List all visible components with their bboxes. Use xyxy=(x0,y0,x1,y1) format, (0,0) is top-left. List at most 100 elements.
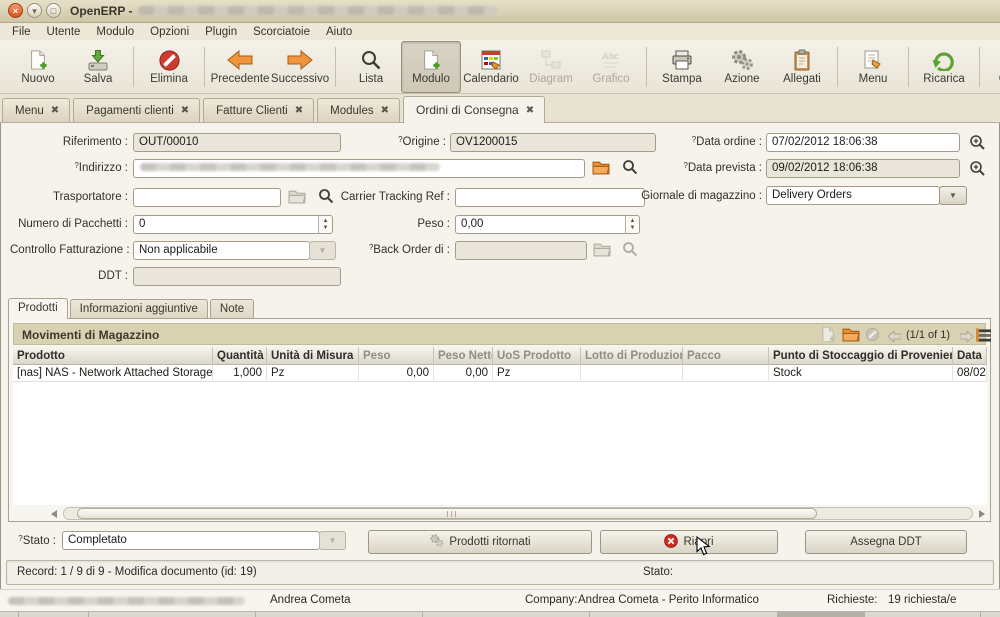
toolbar-separator xyxy=(837,47,838,87)
menu-bar: File Utente Modulo Opzioni Plugin Scorci… xyxy=(0,23,1000,40)
back-order-label: ?Back Order di : xyxy=(325,244,450,256)
data-prevista-label: ?Data prevista : xyxy=(618,162,762,174)
date-picker-icon[interactable] xyxy=(969,134,986,156)
arrow-left-icon xyxy=(227,48,253,72)
column-header[interactable]: Prodotto xyxy=(13,347,213,365)
window-title: OpenERP - xyxy=(70,4,132,18)
toolbar-successivo-button[interactable]: Successivo xyxy=(270,41,330,93)
assegna-ddt-button[interactable]: Assegna DDT xyxy=(805,530,967,554)
column-header[interactable]: Data xyxy=(953,347,987,365)
toolbar-elimina-button[interactable]: Elimina xyxy=(139,41,199,93)
toolbar-nuovo-button[interactable]: Nuovo xyxy=(8,41,68,93)
toolbar-calendario-button[interactable]: Calendario xyxy=(461,41,521,93)
title-bar: × ▾ □ OpenERP - xyxy=(0,0,1000,23)
tab-fatture-clienti[interactable]: Fatture Clienti ✖ xyxy=(203,98,314,122)
notebook-tab-prodotti[interactable]: Prodotti xyxy=(8,298,68,319)
tab-close-icon[interactable]: ✖ xyxy=(181,105,189,116)
tab-close-icon[interactable]: ✖ xyxy=(526,105,534,116)
delete-icon xyxy=(158,48,181,72)
open-record-icon[interactable] xyxy=(592,160,610,180)
trasportatore-field[interactable] xyxy=(133,188,281,207)
combo-arrow-icon[interactable]: ▼ xyxy=(939,186,967,205)
tab-close-icon[interactable]: ✖ xyxy=(295,105,303,116)
menu-opzioni[interactable]: Opzioni xyxy=(142,25,197,39)
scrollbar-thumb[interactable] xyxy=(77,508,817,519)
save-icon xyxy=(86,48,110,72)
arrow-right-icon xyxy=(287,48,313,72)
window-close-icon[interactable]: × xyxy=(8,3,23,18)
toolbar-precedente-button[interactable]: Precedente xyxy=(210,41,270,93)
toolbar-separator xyxy=(979,47,980,87)
open-row-icon[interactable] xyxy=(842,327,860,347)
taskbar-edge xyxy=(0,611,1000,617)
column-header[interactable]: Lotto di Produzione xyxy=(581,347,683,365)
stato-status: Stato: xyxy=(643,566,673,578)
riferimento-label: Riferimento : xyxy=(10,136,128,148)
tab-ordini-di-consegna[interactable]: Ordini di Consegna ✖ xyxy=(403,96,545,123)
open-record-icon-disabled xyxy=(593,242,611,262)
window-minimize-icon[interactable]: ▾ xyxy=(27,3,42,18)
user-name: Andrea Cometa xyxy=(270,594,351,606)
menu-utente[interactable]: Utente xyxy=(39,25,89,39)
column-header[interactable]: Unità di Misura xyxy=(267,347,359,365)
tab-close-icon[interactable]: ✖ xyxy=(381,105,389,116)
peso-field[interactable]: 0,00 ▲▼ xyxy=(455,215,640,234)
toolbar-stampa-button[interactable]: Stampa xyxy=(652,41,712,93)
menu-aiuto[interactable]: Aiuto xyxy=(318,25,360,39)
column-header[interactable]: Peso xyxy=(359,347,434,365)
toolbar-grafico-button: Abc Grafico xyxy=(581,41,641,93)
toolbar: Nuovo Salva Elimina Precedente Successiv… xyxy=(0,40,1000,94)
toolbar-chiudi-button[interactable]: Chiudi xyxy=(985,41,1000,93)
column-header[interactable]: Quantità xyxy=(213,347,267,365)
menu-modulo[interactable]: Modulo xyxy=(88,25,142,39)
menu-file[interactable]: File xyxy=(4,25,39,39)
switch-view-icon[interactable] xyxy=(976,328,991,347)
prodotti-ritornati-button[interactable]: Prodotti ritornati xyxy=(368,530,592,554)
toolbar-lista-button[interactable]: Lista xyxy=(341,41,401,93)
tab-close-icon[interactable]: ✖ xyxy=(51,105,59,116)
spinner-icon[interactable]: ▲▼ xyxy=(625,216,639,233)
gears-icon xyxy=(730,48,754,72)
carrier-tracking-label: Carrier Tracking Ref : xyxy=(325,191,450,203)
giornale-magazzino-combo[interactable]: Delivery Orders xyxy=(766,186,940,205)
riapri-button[interactable]: Riapri xyxy=(600,530,778,554)
column-header[interactable]: Punto di Stoccaggio di Provenienza xyxy=(769,347,953,365)
toolbar-ricarica-button[interactable]: Ricarica xyxy=(914,41,974,93)
toolbar-salva-button[interactable]: Salva xyxy=(68,41,128,93)
toolbar-azione-button[interactable]: Azione xyxy=(712,41,772,93)
notebook-tab-informazioni-aggiuntive[interactable]: Informazioni aggiuntive xyxy=(70,299,208,318)
controllo-fatturazione-combo[interactable]: Non applicabile xyxy=(133,241,310,260)
tab-modules[interactable]: Modules ✖ xyxy=(317,98,400,122)
menu-plugin[interactable]: Plugin xyxy=(197,25,245,39)
menu-scorciatoie[interactable]: Scorciatoie xyxy=(245,25,318,39)
notebook-tabs: Prodotti Informazioni aggiuntive Note xyxy=(8,297,254,318)
notebook-tab-note[interactable]: Note xyxy=(210,299,254,318)
toolbar-menu-button[interactable]: Menu xyxy=(843,41,903,93)
data-prevista-field: 09/02/2012 18:06:38 xyxy=(766,159,960,178)
date-picker-icon[interactable] xyxy=(969,160,986,182)
stato-combo[interactable]: Completato xyxy=(62,531,320,550)
toolbar-diagram-button: Diagram xyxy=(521,41,581,93)
column-header[interactable]: UoS Prodotto xyxy=(493,347,581,365)
column-header[interactable]: Pacco xyxy=(683,347,769,365)
window-maximize-icon[interactable]: □ xyxy=(46,3,61,18)
scroll-left-icon[interactable] xyxy=(51,510,57,518)
combo-arrow-icon-disabled: ▼ xyxy=(319,531,346,550)
numero-pacchetti-field[interactable]: 0 ▲▼ xyxy=(133,215,333,234)
data-ordine-field[interactable]: 07/02/2012 18:06:38 xyxy=(766,133,960,152)
column-header[interactable]: Peso Netto xyxy=(434,347,493,365)
tab-strip: Menu ✖ Pagamenti clienti ✖ Fatture Clien… xyxy=(0,94,1000,123)
horizontal-scrollbar[interactable] xyxy=(49,507,987,520)
toolbar-separator xyxy=(646,47,647,87)
tab-menu[interactable]: Menu ✖ xyxy=(2,98,70,122)
requests-value: 19 richiesta/e xyxy=(888,594,956,606)
toolbar-allegati-button[interactable]: Allegati xyxy=(772,41,832,93)
peso-label: Peso : xyxy=(330,218,450,230)
tab-pagamenti-clienti[interactable]: Pagamenti clienti ✖ xyxy=(73,98,200,122)
riferimento-field: OUT/00010 xyxy=(133,133,341,152)
table-row[interactable]: [nas] NAS - Network Attached Storage 1,0… xyxy=(13,365,987,382)
info-bar: Andrea Cometa Company: Andrea Cometa - P… xyxy=(0,589,1000,612)
toolbar-modulo-button[interactable]: Modulo xyxy=(401,41,461,93)
diagram-icon xyxy=(540,48,562,72)
scroll-right-icon[interactable] xyxy=(979,510,985,518)
